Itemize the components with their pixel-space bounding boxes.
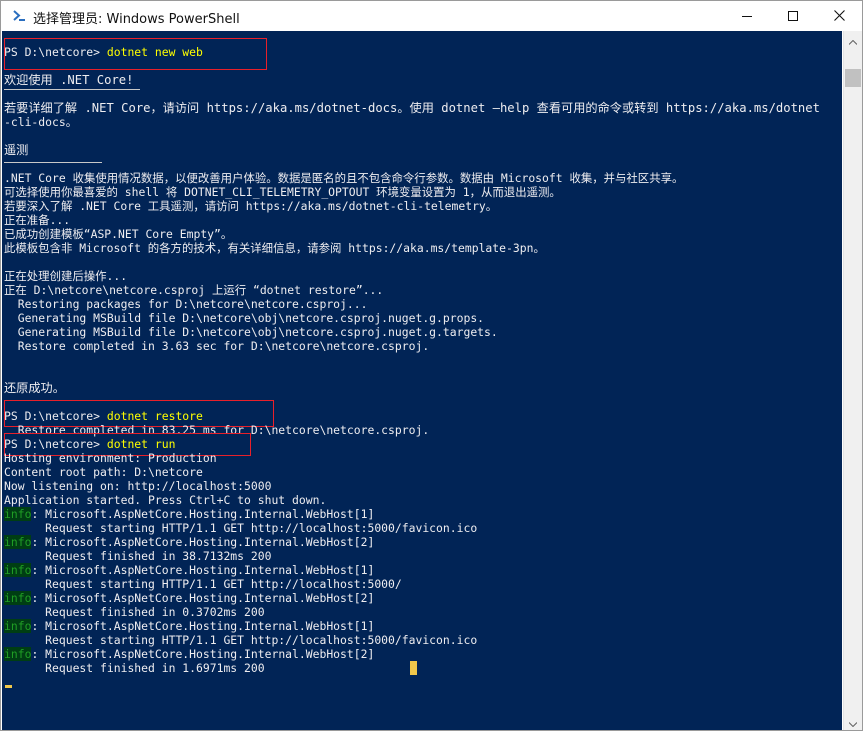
info-tag: info — [4, 507, 32, 521]
prompt: PS D:\netcore> — [4, 409, 107, 423]
log-source: : Microsoft.AspNetCore.Hosting.Internal.… — [31, 619, 375, 633]
output-line: 还原成功。 — [4, 381, 65, 395]
powershell-window: 选择管理员: Windows PowerShell PS D:\netcore>… — [0, 0, 863, 731]
log-source: : Microsoft.AspNetCore.Hosting.Internal.… — [31, 563, 375, 577]
log-line: Request finished in 38.7132ms 200 — [4, 549, 272, 563]
output-line: 正在准备... — [4, 213, 71, 227]
maximize-icon — [788, 10, 798, 21]
close-icon — [833, 10, 845, 21]
log-line: info: Microsoft.AspNetCore.Hosting.Inter… — [4, 619, 374, 633]
info-tag: info — [4, 563, 32, 577]
info-tag: info — [4, 535, 32, 549]
output-line: Generating MSBuild file D:\netcore\obj\n… — [4, 325, 498, 339]
command-text: dotnet run — [106, 437, 176, 451]
info-tag: info — [4, 619, 32, 633]
output-line: 此模板包含非 Microsoft 的各方的技术，有关详细信息，请参阅 https… — [4, 241, 545, 255]
prompt-line: PS D:\netcore> dotnet run — [4, 437, 175, 451]
prompt: PS D:\netcore> — [4, 45, 107, 59]
window-title: 选择管理员: Windows PowerShell — [33, 12, 240, 27]
minimize-icon — [742, 11, 752, 21]
prompt: PS D:\netcore> — [4, 437, 107, 451]
log-source: : Microsoft.AspNetCore.Hosting.Internal.… — [31, 507, 375, 521]
maximize-button[interactable] — [770, 1, 816, 30]
heading-underline — [4, 89, 140, 90]
output-line: -cli-docs。 — [4, 115, 78, 129]
log-line: info: Microsoft.AspNetCore.Hosting.Inter… — [4, 535, 374, 549]
log-line: info: Microsoft.AspNetCore.Hosting.Inter… — [4, 591, 374, 605]
log-source: : Microsoft.AspNetCore.Hosting.Internal.… — [31, 591, 375, 605]
command-text: dotnet new web — [106, 45, 203, 59]
output-line: Restoring packages for D:\netcore\netcor… — [4, 297, 368, 311]
output-line: Generating MSBuild file D:\netcore\obj\n… — [4, 311, 485, 325]
output-line: Hosting environment: Production — [4, 451, 217, 465]
log-line: Request finished in 0.3702ms 200 — [4, 605, 265, 619]
scroll-down-button[interactable] — [844, 713, 862, 730]
log-line: info: Microsoft.AspNetCore.Hosting.Inter… — [4, 563, 374, 577]
output-line: 欢迎使用 .NET Core! — [4, 73, 134, 87]
log-source: : Microsoft.AspNetCore.Hosting.Internal.… — [31, 535, 375, 549]
output-line: 若要深入了解 .NET Core 工具遥测，请访问 https://aka.ms… — [4, 199, 498, 213]
close-button[interactable] — [816, 1, 862, 30]
output-line: Now listening on: http://localhost:5000 — [4, 479, 272, 493]
powershell-icon — [11, 8, 27, 22]
prompt-line: PS D:\netcore> dotnet new web — [4, 45, 203, 59]
output-line: 正在处理创建后操作... — [4, 269, 128, 283]
scroll-down-arrow-icon — [848, 712, 858, 730]
log-source: : Microsoft.AspNetCore.Hosting.Internal.… — [31, 647, 375, 661]
vertical-scrollbar[interactable] — [843, 31, 862, 730]
text-cursor — [410, 661, 417, 675]
info-tag: info — [4, 647, 32, 661]
output-line: .NET Core 收集使用情况数据，以便改善用户体验。数据是匿名的且不包含命令… — [4, 171, 684, 185]
output-line: 正在 D:\netcore\netcore.csproj 上运行 “dotnet… — [4, 283, 384, 297]
input-cursor — [5, 685, 12, 688]
scrollbar-thumb[interactable] — [845, 69, 861, 87]
log-line: info: Microsoft.AspNetCore.Hosting.Inter… — [4, 647, 374, 661]
output-line: Restore completed in 83.25 ms for D:\net… — [4, 423, 430, 437]
scroll-up-arrow-icon — [848, 30, 858, 49]
output-line: Restore completed in 3.63 sec for D:\net… — [4, 339, 430, 353]
log-line: info: Microsoft.AspNetCore.Hosting.Inter… — [4, 507, 374, 521]
output-line: 可选择使用你最喜爱的 shell 将 DOTNET_CLI_TELEMETRY_… — [4, 185, 561, 199]
command-text: dotnet restore — [106, 409, 203, 423]
log-line: Request starting HTTP/1.1 GET http://loc… — [4, 521, 478, 535]
minimize-button[interactable] — [724, 1, 770, 30]
log-line: Request starting HTTP/1.1 GET http://loc… — [4, 633, 478, 647]
scroll-up-button[interactable] — [844, 31, 862, 48]
info-tag: info — [4, 591, 32, 605]
output-line: 遥测 — [4, 143, 29, 157]
prompt-line: PS D:\netcore> dotnet restore — [4, 409, 203, 423]
console-output[interactable]: PS D:\netcore> dotnet new web 欢迎使用 .NET … — [2, 31, 842, 730]
output-line: 若要详细了解 .NET Core，请访问 https://aka.ms/dotn… — [4, 101, 820, 115]
title-bar[interactable]: 选择管理员: Windows PowerShell — [1, 1, 862, 30]
output-line: Content root path: D:\netcore — [4, 465, 203, 479]
heading-underline — [4, 162, 102, 163]
log-line: Request finished in 1.6971ms 200 — [4, 661, 265, 675]
log-line: Request starting HTTP/1.1 GET http://loc… — [4, 577, 402, 591]
output-line: Application started. Press Ctrl+C to shu… — [4, 493, 327, 507]
output-line: 已成功创建模板“ASP.NET Core Empty”。 — [4, 227, 233, 241]
